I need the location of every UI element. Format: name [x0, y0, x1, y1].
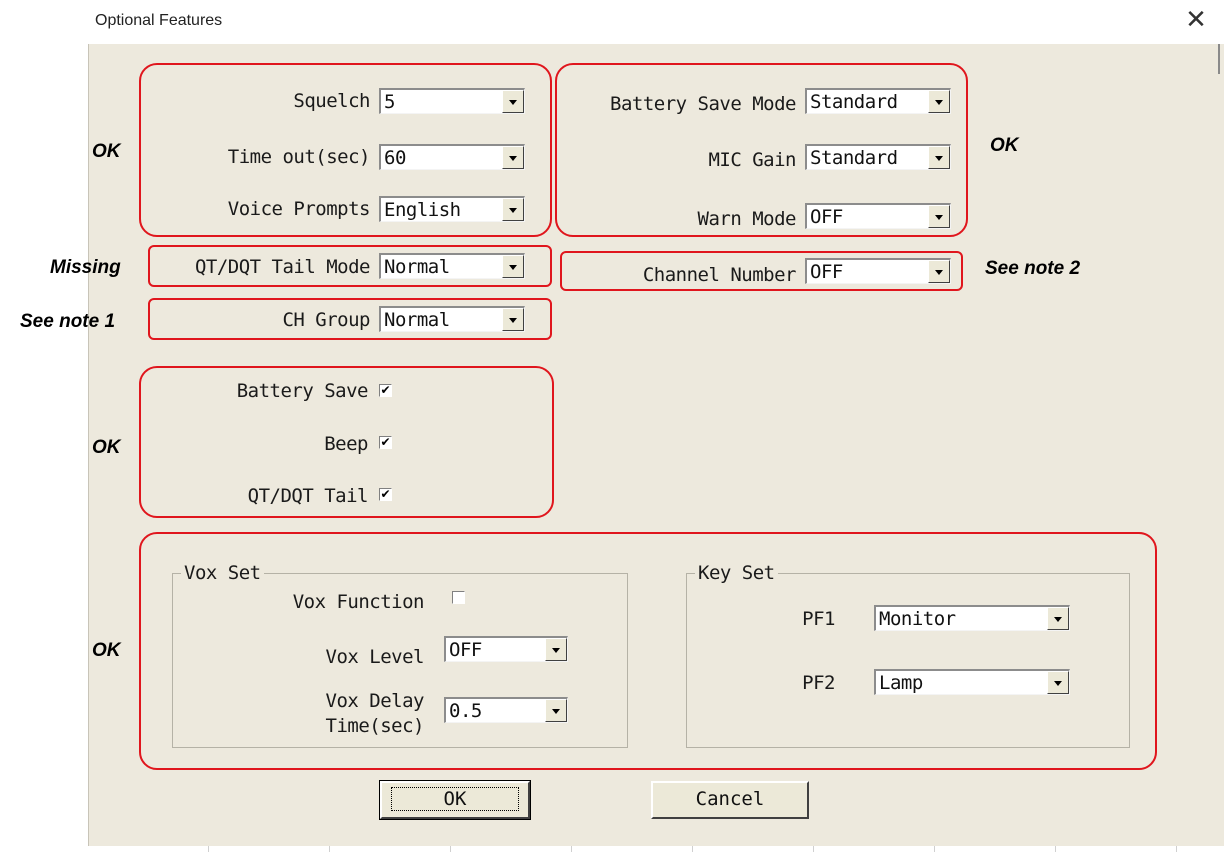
annotation-box-ch-group: [148, 298, 552, 340]
title-bar: [88, 0, 1224, 44]
annotation-box-general: [139, 63, 552, 237]
annotation-ok-checkboxes: OK: [92, 437, 121, 458]
annotation-box-checkboxes: [139, 366, 554, 518]
background-grid: [88, 846, 1224, 852]
ok-button[interactable]: OK: [379, 780, 531, 820]
annotation-see-note-1: See note 1: [20, 311, 116, 332]
ok-button-label: OK: [390, 787, 520, 811]
annotation-ok-top-left: OK: [92, 141, 121, 162]
annotation-ok-top-right: OK: [990, 135, 1019, 156]
close-icon[interactable]: ✕: [1184, 6, 1208, 34]
annotation-missing: Missing: [50, 257, 121, 278]
dialog-title: Optional Features: [95, 12, 223, 29]
cancel-button[interactable]: Cancel: [651, 781, 809, 819]
annotation-see-note-2: See note 2: [985, 258, 1081, 279]
annotation-box-channel-number: [560, 251, 963, 291]
window-edge: [1218, 44, 1220, 74]
annotation-box-qt-tail-mode: [148, 245, 552, 287]
annotation-box-audio: [555, 63, 968, 237]
annotation-box-vox-key: [139, 532, 1157, 770]
annotation-ok-bottom: OK: [92, 640, 121, 661]
